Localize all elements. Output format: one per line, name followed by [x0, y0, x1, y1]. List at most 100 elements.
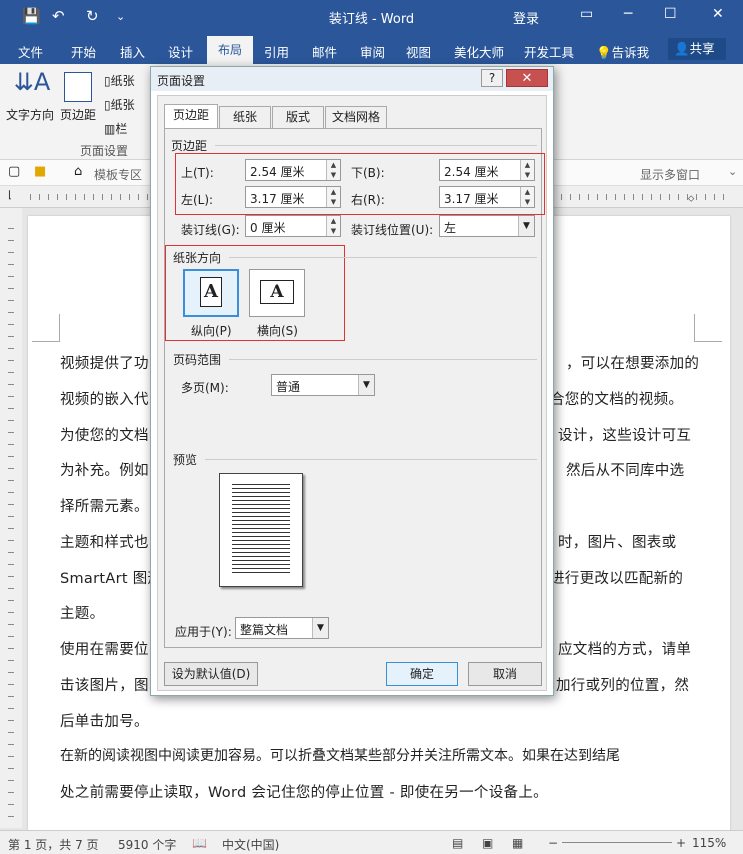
top-margin-input[interactable]: 2.54 厘米 ▲ ▼: [245, 159, 341, 181]
tab-home[interactable]: 开始: [71, 42, 96, 61]
doc-text: 视频提供了功: [60, 356, 149, 372]
portrait-label[interactable]: 纵向(P): [191, 322, 232, 339]
tab-layout-page[interactable]: 版式: [272, 106, 324, 128]
bottom-margin-input[interactable]: 2.54 厘米 ▲ ▼: [439, 159, 535, 181]
tab-paper[interactable]: 纸张: [219, 106, 271, 128]
margins-group-label: 页边距: [171, 139, 208, 153]
margins-label[interactable]: 页边距: [60, 106, 96, 123]
margins-icon[interactable]: [64, 72, 92, 102]
tab-references[interactable]: 引用: [264, 42, 289, 61]
multi-pages-value: 普通: [276, 380, 301, 394]
doc-text: 击该图片，图: [60, 678, 149, 694]
ribbon-display-icon[interactable]: ▭: [580, 6, 593, 22]
landscape-option[interactable]: A: [249, 269, 305, 317]
doc-text: 主题和样式也: [60, 535, 149, 551]
zoom-in-icon[interactable]: +: [676, 836, 686, 850]
multi-pages-label: 多页(M):: [181, 381, 229, 395]
template-zone-link[interactable]: 模板专区: [94, 166, 142, 183]
page-preview: [219, 473, 303, 587]
tab-mailings[interactable]: 邮件: [312, 42, 337, 61]
apply-to-value: 整篇文档: [240, 623, 289, 637]
orientation-ribbon-item[interactable]: ▯纸张: [104, 72, 135, 89]
text-direction-icon[interactable]: ⇊A: [10, 68, 54, 96]
print-layout-icon[interactable]: ▣: [482, 836, 493, 850]
word-count[interactable]: 5910 个字: [118, 836, 176, 853]
zoom-out-icon[interactable]: −: [548, 836, 558, 850]
tab-design[interactable]: 设计: [168, 42, 193, 61]
window-close-icon[interactable]: ✕: [712, 6, 724, 22]
tab-selector-icon[interactable]: ⌊: [8, 190, 12, 201]
spinner-arrows-icon[interactable]: ▲ ▼: [326, 187, 340, 207]
language[interactable]: 中文(中国): [222, 836, 279, 853]
tab-view[interactable]: 视图: [406, 42, 431, 61]
tab-file[interactable]: 文件: [18, 42, 43, 61]
title-bar: 💾 ↶ ↻ ⌄ 装订线 - Word 登录 ▭ ─ ☐ ✕: [0, 0, 743, 34]
columns-icon: ▥: [104, 122, 116, 136]
ribbon-tabs: 文件 开始 插入 设计 布局 引用 邮件 审阅 视图 美化大师 开发工具 💡告诉…: [0, 34, 743, 64]
left-margin-input[interactable]: 3.17 厘米 ▲ ▼: [245, 186, 341, 208]
folder-icon[interactable]: ■: [34, 164, 46, 179]
chevron-down-icon[interactable]: ▼: [358, 375, 374, 395]
apply-to-select[interactable]: 整篇文档 ▼: [235, 617, 329, 639]
doc-text: 后单击加号。: [60, 714, 149, 730]
tab-insert[interactable]: 插入: [120, 42, 145, 61]
spinner-arrows-icon[interactable]: ▲ ▼: [326, 160, 340, 180]
tell-me[interactable]: 💡告诉我: [596, 42, 649, 61]
login-link[interactable]: 登录: [513, 8, 539, 27]
show-multi-window[interactable]: 显示多窗口: [640, 166, 700, 183]
tab-margins[interactable]: 页边距: [164, 104, 218, 129]
doc-text: 应文档的方式，请单: [558, 642, 692, 658]
dialog-close-button[interactable]: ✕: [506, 69, 548, 87]
page-count[interactable]: 第 1 页，共 7 页: [8, 836, 99, 853]
chevron-down-icon[interactable]: ▼: [518, 216, 534, 236]
text-direction-label[interactable]: 文字方向: [6, 106, 54, 123]
dialog-titlebar[interactable]: 页面设置 ? ✕: [151, 67, 553, 91]
right-margin-input[interactable]: 3.17 厘米 ▲ ▼: [439, 186, 535, 208]
tab-layout[interactable]: 布局: [207, 36, 253, 64]
indent-marker[interactable]: ⬦: [688, 194, 694, 204]
doc-text: 为使您的文档: [60, 428, 149, 444]
divider: [215, 145, 537, 146]
doc-text: ，可以在想要添加的: [566, 356, 700, 372]
right-label: 右(R):: [351, 193, 385, 207]
spinner-arrows-icon[interactable]: ▲ ▼: [520, 187, 534, 207]
share-button[interactable]: 👤共享: [668, 38, 726, 60]
read-mode-icon[interactable]: ▤: [452, 836, 463, 850]
home-icon[interactable]: ⌂: [74, 164, 82, 179]
chevron-down-icon[interactable]: ▼: [312, 618, 328, 638]
orientation-group-label: 纸张方向: [173, 251, 222, 265]
minimize-icon[interactable]: ─: [624, 6, 632, 22]
size-ribbon-item[interactable]: ▯纸张: [104, 96, 135, 113]
web-layout-icon[interactable]: ▦: [512, 836, 523, 850]
multi-pages-select[interactable]: 普通 ▼: [271, 374, 375, 396]
ok-button[interactable]: 确定: [386, 662, 458, 686]
set-default-button[interactable]: 设为默认值(D): [164, 662, 258, 686]
gutter-input[interactable]: 0 厘米 ▲ ▼: [245, 215, 341, 237]
tab-doc-grid[interactable]: 文档网格: [325, 106, 387, 128]
person-icon: 👤: [674, 41, 690, 56]
help-button[interactable]: ?: [481, 69, 503, 87]
tab-beautify[interactable]: 美化大师: [454, 42, 504, 61]
gutter-position-select[interactable]: 左 ▼: [439, 215, 535, 237]
tab-review[interactable]: 审阅: [360, 42, 385, 61]
columns-ribbon-item[interactable]: ▥栏: [104, 120, 127, 137]
cancel-button[interactable]: 取消: [468, 662, 542, 686]
zoom-level[interactable]: 115%: [692, 836, 726, 850]
page-setup-dialog: 页面设置 ? ✕ 页边距 纸张 版式 文档网格 页边距 上(T): 2.54 厘…: [150, 66, 554, 696]
preview-group-label: 预览: [173, 453, 198, 467]
chevron-down-icon[interactable]: ⌄: [728, 165, 737, 178]
portrait-option[interactable]: A: [183, 269, 239, 317]
spinner-arrows-icon[interactable]: ▲ ▼: [326, 216, 340, 236]
zoom-slider[interactable]: [562, 842, 672, 843]
tab-developer[interactable]: 开发工具: [524, 42, 574, 61]
status-bar: 第 1 页，共 7 页 5910 个字 📖 中文(中国) ▤ ▣ ▦ − + 1…: [0, 830, 743, 854]
proofing-icon[interactable]: 📖: [192, 836, 207, 850]
gutter-value: 0 厘米: [250, 221, 286, 235]
vruler-ticks: [8, 228, 14, 818]
file-icon[interactable]: ▢: [8, 164, 20, 179]
doc-text: 进行更改以匹配新的: [550, 571, 684, 587]
vertical-ruler[interactable]: [0, 208, 22, 828]
maximize-icon[interactable]: ☐: [664, 6, 677, 22]
spinner-arrows-icon[interactable]: ▲ ▼: [520, 160, 534, 180]
landscape-label[interactable]: 横向(S): [257, 322, 298, 339]
